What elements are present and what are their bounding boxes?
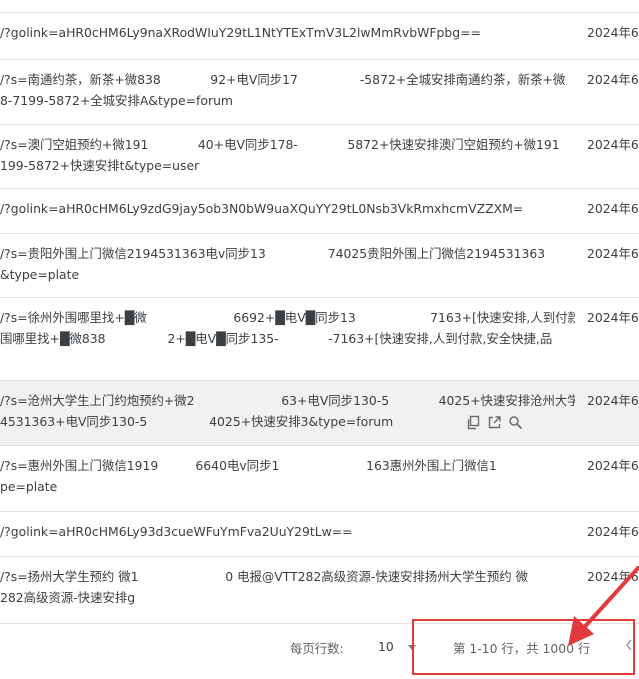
row-url-text: 282高级资源-快速安排g <box>0 590 136 605</box>
row-date: 2024年6 <box>587 25 639 40</box>
row-url-text: /?s=惠州外围上门微信1919 6640电v同步1 163惠州外围上门微信1 … <box>0 458 575 473</box>
row-date: 2024年6 <box>587 72 639 87</box>
row-url-text: &type=plate <box>0 267 80 282</box>
row-date: 2024年6 <box>587 201 639 216</box>
row-url-text: 199-5872+快速安排t&type=user <box>0 158 200 173</box>
row-date: 2024年6 <box>587 458 639 473</box>
row-url-text: /?s=扬州大学生预约 微1 0 电报@VTT282高级资源-快速安排扬州大学生… <box>0 569 528 584</box>
row-url-text: /?s=南通约茶，新茶+微838 92+电V同步17 -5872+全城安排南通约… <box>0 72 566 87</box>
search-icon[interactable] <box>508 415 523 430</box>
annotation-arrow-icon <box>568 566 639 646</box>
table-row[interactable]: /?golink=aHR0cHM6Ly9zdG9jay5ob3N0bW9uaXQ… <box>0 189 639 234</box>
row-url-text: /?s=徐州外围哪里找+█微 6692+█电V█同步13 7163+[快速安排,… <box>0 310 575 325</box>
row-date: 2024年6 <box>587 246 639 261</box>
row-url-text: /?s=沧州大学生上门约炮预约+微2 63+电V同步130-5 4025+快速安… <box>0 393 575 408</box>
rows-per-page-value: 10 <box>378 639 394 654</box>
table-row[interactable]: /?s=徐州外围哪里找+█微 6692+█电V█同步13 7163+[快速安排,… <box>0 298 639 381</box>
table-row[interactable]: /?golink=aHR0cHM6Ly9naXRodWIuY29tL1NtYTE… <box>0 12 639 60</box>
table-footer: 每页行数: 10 第 1-10 行，共 1000 行 <box>0 619 639 679</box>
row-url-text: /?s=贵阳外围上门微信2194531363电v同步13 74025贵阳外围上门… <box>0 246 546 261</box>
row-date: 2024年6 <box>587 524 639 539</box>
row-url-text: /?golink=aHR0cHM6Ly9naXRodWIuY29tL1NtYTE… <box>0 25 481 40</box>
table-row[interactable]: /?s=贵阳外围上门微信2194531363电v同步13 74025贵阳外围上门… <box>0 234 639 298</box>
row-actions <box>466 415 523 430</box>
open-external-icon[interactable] <box>487 415 502 430</box>
row-url-text: 围哪里找+█微838 2+█电V█同步135- -7163+[快速安排,人到付款… <box>0 331 553 346</box>
row-url-text: /?s=澳门空姐预约+微191 40+电V同步178- 5872+快速安排澳门空… <box>0 137 560 152</box>
table-row[interactable]: /?s=澳门空姐预约+微191 40+电V同步178- 5872+快速安排澳门空… <box>0 125 639 189</box>
copy-icon[interactable] <box>466 415 481 430</box>
row-date: 2024年6 <box>587 137 639 152</box>
table-row[interactable]: /?golink=aHR0cHM6Ly93d3cueWFuYmFva2UuY29… <box>0 512 639 557</box>
rows-per-page-label: 每页行数: <box>290 641 344 656</box>
row-date: 2024年6 <box>587 310 639 325</box>
row-url-text: /?golink=aHR0cHM6Ly9zdG9jay5ob3N0bW9uaXQ… <box>0 201 524 216</box>
row-url-text: 8-7199-5872+全城安排A&type=forum <box>0 93 233 108</box>
table-row[interactable]: /?s=扬州大学生预约 微1 0 电报@VTT282高级资源-快速安排扬州大学生… <box>0 557 639 624</box>
row-url-text: /?golink=aHR0cHM6Ly93d3cueWFuYmFva2UuY29… <box>0 524 353 539</box>
row-date: 2024年6 <box>587 393 639 408</box>
table-row[interactable]: /?s=惠州外围上门微信1919 6640电v同步1 163惠州外围上门微信1 … <box>0 446 639 512</box>
table-row[interactable]: /?s=南通约茶，新茶+微838 92+电V同步17 -5872+全城安排南通约… <box>0 60 639 125</box>
row-url-text: pe=plate <box>0 479 58 494</box>
table-row[interactable]: /?s=沧州大学生上门约炮预约+微2 63+电V同步130-5 4025+快速安… <box>0 381 639 446</box>
